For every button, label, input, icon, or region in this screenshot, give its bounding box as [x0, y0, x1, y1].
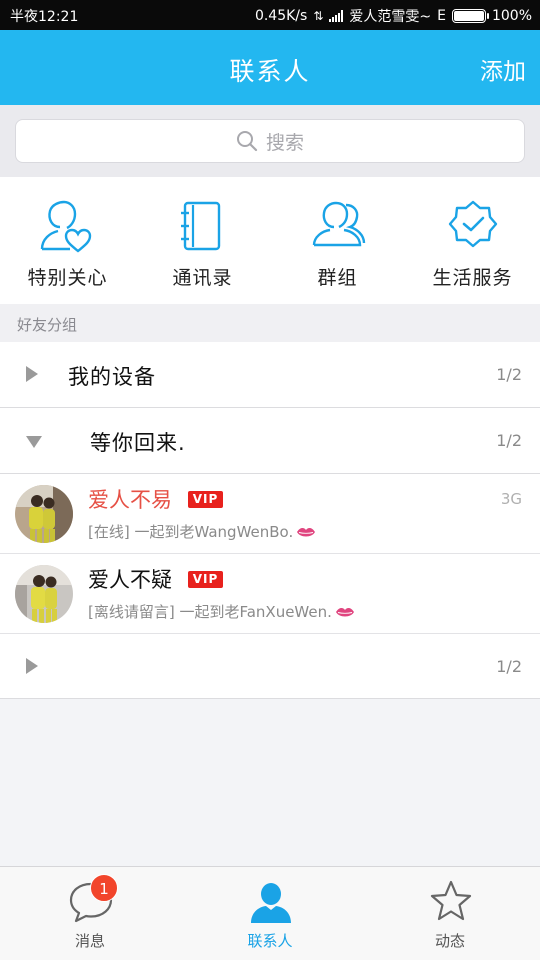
group-count: 1/2 [496, 431, 522, 450]
unread-badge: 1 [90, 874, 118, 902]
group-name: 我的设备 [68, 365, 156, 389]
tab-moments[interactable]: 动态 [360, 867, 540, 960]
search-icon [236, 131, 258, 152]
network-label: 3G [500, 490, 522, 508]
quick-item-groups[interactable]: 群组 [270, 177, 405, 304]
lips-icon [297, 527, 316, 536]
vip-badge: VIP [188, 491, 223, 508]
carrier-name: 爱人范雪雯~ [349, 9, 432, 25]
group-count: 1/2 [496, 365, 522, 384]
data-transfer-icon: ⇅ [313, 9, 324, 23]
quick-item-life-services[interactable]: 生活服务 [405, 177, 540, 304]
contact-name: 爱人不疑 [88, 568, 172, 592]
contact-status-text: [在线] 一起到老WangWenBo. [88, 523, 294, 541]
chevron-right-icon [26, 658, 38, 674]
chevron-right-icon [26, 366, 38, 382]
avatar[interactable] [15, 565, 73, 623]
quick-item-label: 群组 [317, 267, 358, 289]
avatar[interactable] [15, 485, 73, 543]
app-header: 联系人 添加 [0, 30, 540, 105]
tab-messages[interactable]: 1 消息 [0, 867, 180, 960]
tab-label: 联系人 [247, 932, 293, 950]
battery-icon [451, 9, 489, 23]
quick-item-special-care[interactable]: 特别关心 [0, 177, 135, 304]
friend-groups-header: 好友分组 [0, 304, 540, 342]
quick-access-bar: 特别关心 通讯录 群组 生活服务 [0, 177, 540, 304]
chevron-down-icon [26, 436, 42, 448]
star-icon [430, 880, 472, 921]
bottom-nav: 1 消息 联系人 动态 [0, 866, 540, 960]
contact-status: [离线请留言] 一起到老FanXueWen. [88, 601, 355, 622]
network-type: E [437, 8, 446, 24]
contact-status-text: [离线请留言] 一起到老FanXueWen. [88, 603, 332, 621]
search-placeholder: 搜索 [265, 131, 304, 154]
group-row-waiting[interactable]: 等你回来. 1/2 [0, 408, 540, 474]
quick-item-address-book[interactable]: 通讯录 [135, 177, 270, 304]
search-input[interactable]: 搜索 [15, 119, 525, 163]
contact-row[interactable]: 爱人不疑 VIP [离线请留言] 一起到老FanXueWen. [0, 554, 540, 634]
search-bar: 搜索 [0, 105, 540, 177]
group-count: 1/2 [496, 657, 522, 676]
tab-contacts[interactable]: 联系人 [180, 867, 360, 960]
contact-name: 爱人不易 [88, 488, 172, 512]
address-book-icon [181, 201, 221, 251]
lips-icon [335, 607, 354, 616]
status-indicators: 0.45K/s ⇅ 爱人范雪雯~ E 100% [255, 6, 532, 26]
badge-check-icon [448, 200, 498, 248]
add-button[interactable]: 添加 [480, 52, 526, 86]
quick-item-label: 特别关心 [27, 267, 108, 289]
contact-row[interactable]: 爱人不易 VIP 3G [在线] 一起到老WangWenBo. [0, 474, 540, 554]
group-row-my-devices[interactable]: 我的设备 1/2 [0, 342, 540, 408]
person-icon [251, 883, 291, 923]
network-speed: 0.45K/s [254, 8, 308, 24]
quick-item-label: 生活服务 [432, 267, 513, 289]
status-time: 半夜12:21 [10, 9, 79, 25]
group-name: 等你回来. [90, 431, 186, 455]
heart-person-icon [40, 200, 92, 253]
group-icon [312, 201, 366, 247]
tab-label: 动态 [434, 932, 465, 950]
page-title: 联系人 [229, 57, 311, 86]
contact-status: [在线] 一起到老WangWenBo. [88, 521, 316, 542]
battery-level: 100% [491, 8, 532, 24]
group-row-unnamed[interactable]: 1/2 [0, 634, 540, 699]
status-bar: 半夜12:21 0.45K/s ⇅ 爱人范雪雯~ E 100% [0, 0, 540, 30]
vip-badge: VIP [188, 571, 223, 588]
signal-icon [329, 10, 344, 22]
tab-label: 消息 [74, 932, 105, 950]
quick-item-label: 通讯录 [172, 267, 233, 289]
